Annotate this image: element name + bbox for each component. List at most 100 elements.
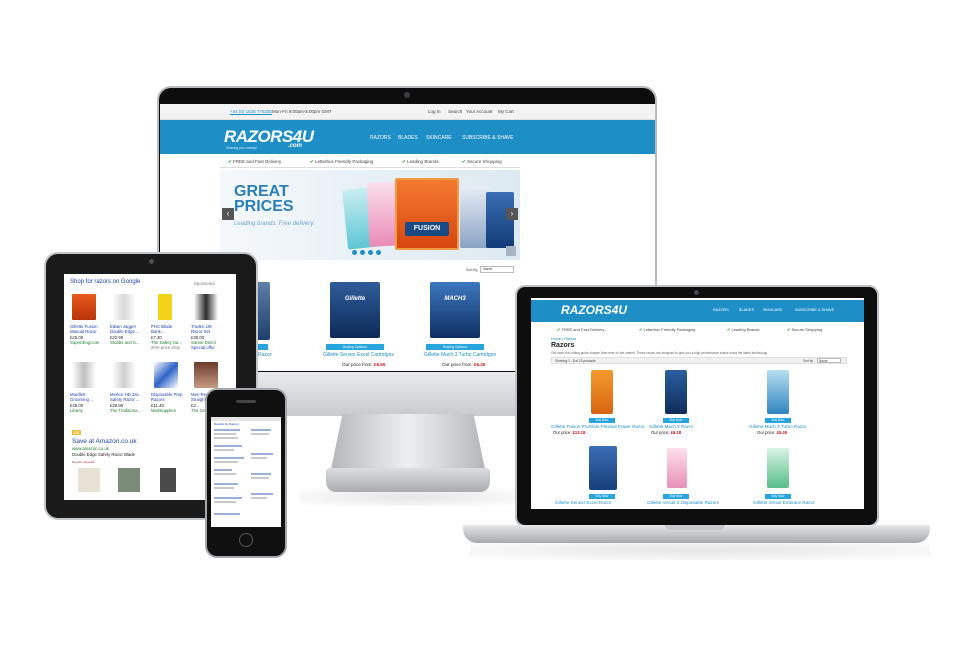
banner-dot[interactable] (360, 250, 365, 255)
result-image-men-rec[interactable] (194, 362, 218, 388)
result-store-5: Liberty (70, 408, 83, 413)
ad-url[interactable]: www.amazon.co.uk (72, 446, 109, 451)
laptop-product-image-mach3-turbo[interactable] (767, 370, 789, 414)
ad-description: Double Edge Safety Razor Blade (72, 452, 136, 457)
laptop-product-price-mach3-turbo: Our price: £5.45 (757, 430, 788, 435)
result-image-mardlett[interactable] (72, 362, 96, 388)
laptop-product-name-sensor-excel[interactable]: Gillette Sensor Excel Razor (555, 500, 611, 505)
laptop-buy-now-venus3[interactable]: Buy Now (663, 494, 689, 499)
result-title-2[interactable]: Edwin Jagger Double Edge ... (110, 324, 140, 334)
nav-razors[interactable]: RAZORS (370, 135, 391, 141)
laptop-breadcrumb[interactable]: Home / Razors (551, 337, 576, 341)
phone-results-header: Results for Razors (214, 422, 239, 426)
phone-result-line[interactable] (251, 453, 273, 455)
laptop-nav-skincare[interactable]: SKINCARE (763, 308, 782, 312)
laptop-buy-now-sensor-excel[interactable]: Buy Now (589, 494, 615, 499)
laptop-sort-select[interactable]: Name (817, 358, 841, 363)
laptop-product-image-mach3[interactable] (665, 370, 687, 414)
phone-result-line (251, 477, 269, 479)
result-title-4[interactable]: Trodeo 1M Razor Set (191, 324, 212, 334)
topbar-account-link[interactable]: Your Account (466, 109, 492, 114)
laptop-buy-now-fusion[interactable]: Buy Now (589, 418, 615, 423)
result-image-trodeo[interactable] (194, 294, 218, 320)
sort-select[interactable]: Name (480, 266, 514, 273)
phone-result-line[interactable] (214, 497, 242, 499)
product-price-mach3-turbo: Our price from: £6.45 (442, 362, 486, 367)
banner-dot[interactable] (368, 250, 373, 255)
phone-result-line[interactable] (214, 457, 244, 459)
mach3-buying-options-button[interactable]: Buying Options (426, 344, 484, 350)
ad-thumbnail-2[interactable] (118, 468, 140, 492)
laptop-product-name-venus-embrace[interactable]: Gillette Venus Embrace Razor (753, 500, 815, 505)
banner-dot[interactable] (352, 250, 357, 255)
laptop-nav-blades[interactable]: BLADES (739, 308, 754, 312)
product-name-sensor-excel[interactable]: Gillette Sensor Excel Cartridges (323, 352, 394, 358)
product-image-mach3-turbo[interactable] (430, 282, 480, 338)
sensor-buying-options-button[interactable]: Buying Options (326, 344, 384, 350)
result-image-disposable[interactable] (154, 362, 178, 388)
topbar-login-link[interactable]: Log In (428, 109, 441, 114)
banner-prev-button[interactable]: ‹ (222, 208, 234, 220)
promo-banner[interactable]: GREAT PRICES Leading brands. Free delive… (220, 170, 520, 260)
laptop-buy-now-venus-embrace[interactable]: Buy Now (765, 494, 791, 499)
result-title-7[interactable]: Disposable Prep Razors (151, 392, 183, 402)
phone-speaker (236, 400, 256, 403)
topbar-cart-link[interactable]: My Cart (498, 109, 514, 114)
phone-result-line[interactable] (214, 513, 240, 515)
ad-thumbnail-3[interactable] (160, 468, 176, 492)
nav-blades[interactable]: BLADES (398, 135, 418, 141)
banner-pause-button[interactable] (506, 246, 516, 256)
laptop-product-name-mach3-turbo[interactable]: Gillette Mach 3 Turbo Razor (749, 424, 806, 429)
ad-thumbnail-1[interactable] (78, 468, 100, 492)
result-title-3[interactable]: PHC Blade Bank ... (151, 324, 172, 334)
banner-dot[interactable] (376, 250, 381, 255)
phone-result-line[interactable] (214, 483, 238, 485)
phone-home-button[interactable] (239, 533, 253, 547)
result-image-merkur[interactable] (112, 362, 136, 388)
laptop-buy-now-mach3-turbo[interactable]: Buy Now (765, 418, 791, 423)
result-store-6: The Traditiona... (110, 408, 142, 413)
laptop-nav-subscribe[interactable]: SUBSCRIBE & SHAVE (795, 308, 834, 312)
topbar-phone-link[interactable]: +44 (0) 1628 775330 (230, 109, 272, 114)
phone-result-line (214, 473, 236, 475)
laptop-shadow (470, 540, 930, 560)
topbar-search-link[interactable]: Search (448, 109, 462, 114)
phone-result-line[interactable] (251, 429, 271, 431)
laptop-product-image-venus-embrace[interactable] (767, 448, 789, 488)
result-title-1[interactable]: Gillette Fusion Manual Razor (70, 324, 97, 334)
laptop-lid-notch (665, 525, 725, 530)
result-image-edwin-jagger[interactable] (112, 294, 136, 320)
result-title-5[interactable]: Mardlett Grooming ... (70, 392, 94, 402)
banner-dots[interactable] (352, 250, 392, 256)
laptop-product-image-fusion[interactable] (591, 370, 613, 414)
phone-result-line[interactable] (251, 473, 271, 475)
product-image-sensor-excel[interactable] (330, 282, 380, 338)
laptop-site-logo[interactable]: RAZORS4U (561, 303, 627, 317)
product-name-mach3-turbo[interactable]: Gillette Mach 3 Turbo Cartridges (424, 352, 496, 358)
result-title-6[interactable]: Merkur HD 34c Safety Razor ... (110, 392, 140, 402)
check-icon: ✔ (310, 159, 314, 164)
laptop-buy-now-mach3[interactable]: Buy Now (663, 418, 689, 423)
result-image-fusion[interactable] (72, 294, 96, 320)
phone-result-line[interactable] (214, 429, 240, 431)
laptop-product-image-sensor-excel[interactable] (589, 446, 617, 490)
phone-result-line (214, 433, 236, 435)
ad-title[interactable]: Save at Amazon.co.uk (72, 438, 137, 445)
laptop-product-name-mach3[interactable]: Gillette Mach 3 Razor (649, 424, 693, 429)
laptop-nav-razors[interactable]: RAZORS (713, 308, 729, 312)
laptop-product-name-venus3[interactable]: Gillette Venus 3 Disposable Razors (647, 500, 719, 505)
nav-skincare[interactable]: SKINCARE (426, 135, 452, 141)
banner-next-button[interactable]: › (506, 208, 518, 220)
banner-pack-fusion-label: FUSION (405, 222, 449, 236)
result-image-phc-blade[interactable] (158, 294, 172, 320)
google-shopping-heading[interactable]: Shop for razors on Google (70, 279, 140, 285)
phone-result-line[interactable] (251, 493, 273, 495)
phone-result-line (251, 433, 269, 435)
phone-result-line[interactable] (214, 469, 232, 471)
laptop-camera-icon (694, 290, 699, 295)
sponsored-label: Sponsored (194, 281, 215, 286)
nav-subscribe[interactable]: SUBSCRIBE & SHAVE (462, 135, 514, 141)
laptop-product-image-venus3[interactable] (667, 448, 687, 488)
phone-result-line[interactable] (214, 445, 242, 447)
laptop-product-name-fusion[interactable]: Gillette Fusion ProGlide Flexball Power … (551, 424, 644, 429)
